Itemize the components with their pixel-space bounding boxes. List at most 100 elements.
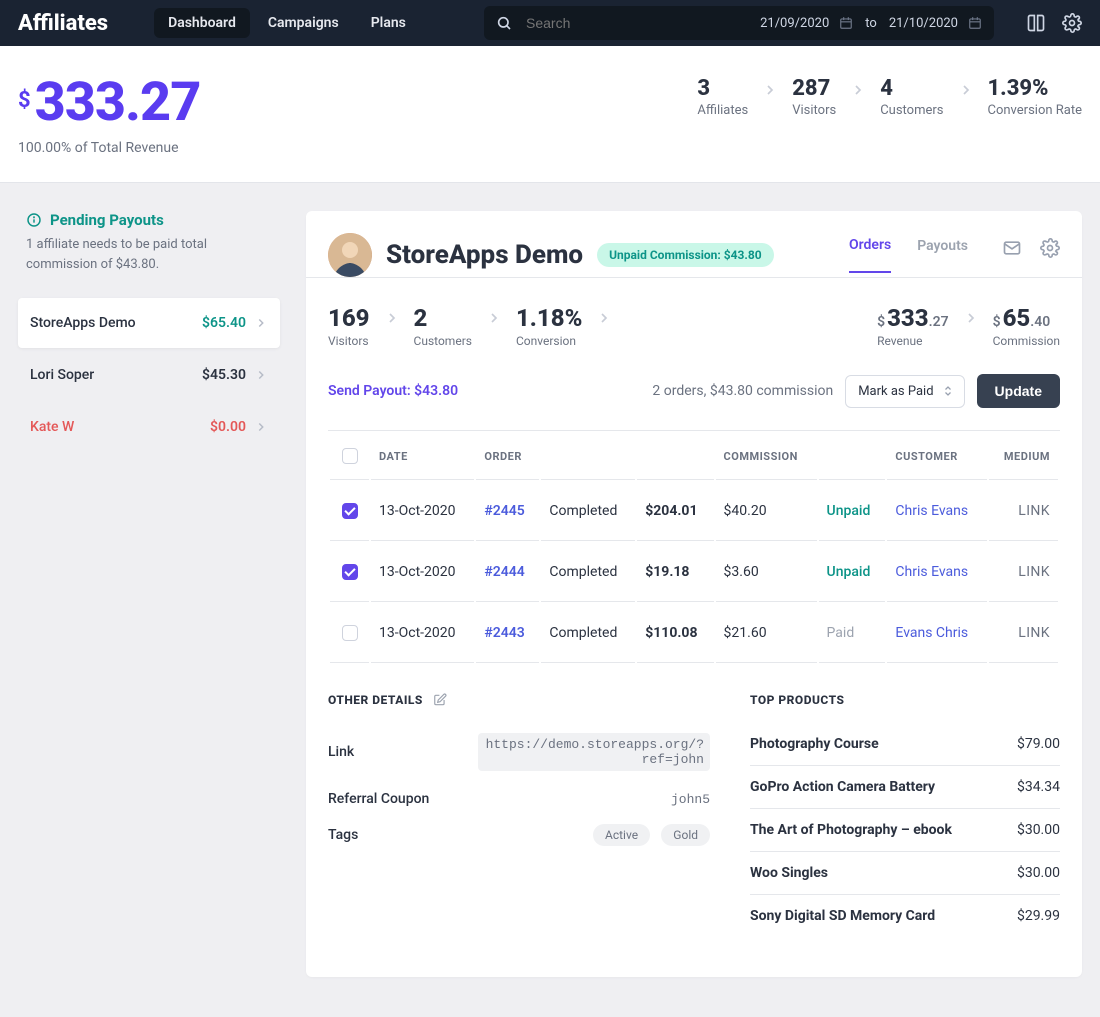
affiliate-name: Lori Soper (30, 367, 202, 383)
order-link[interactable]: #2444 (484, 564, 524, 580)
tag-pill: Gold (661, 824, 710, 846)
order-medium: LINK (989, 543, 1058, 602)
stat-customers-label: Customers (880, 103, 943, 118)
table-row: 13-Oct-2020#2443Completed$110.08$21.60Pa… (330, 604, 1058, 663)
top-products-title: TOP PRODUCTS (750, 693, 1060, 707)
date-to-label: to (865, 16, 877, 31)
calendar-icon (968, 16, 982, 30)
unpaid-commission-badge: Unpaid Commission: $43.80 (597, 243, 774, 267)
product-price: $34.34 (1017, 779, 1060, 795)
chevron-right-icon (850, 82, 866, 98)
affiliate-list: StoreApps Demo $65.40 Lori Soper $45.30 … (18, 298, 280, 452)
update-button[interactable]: Update (977, 374, 1060, 408)
revenue-subtext: 100.00% of Total Revenue (18, 140, 697, 156)
edit-icon[interactable] (433, 693, 447, 707)
affiliate-name: StoreApps Demo (30, 315, 202, 331)
aff-revenue-value: $333.27 (877, 304, 949, 332)
mark-as-select[interactable]: Mark as Paid (845, 375, 964, 408)
affiliate-item[interactable]: Lori Soper $45.30 (18, 350, 280, 400)
search-input[interactable] (524, 14, 748, 32)
col-commission: COMMISSION (716, 433, 817, 480)
row-checkbox[interactable] (342, 625, 358, 641)
chevron-right-icon (963, 310, 979, 348)
order-date: 13-Oct-2020 (371, 543, 474, 602)
affiliate-name: Kate W (30, 419, 210, 435)
affiliate-item[interactable]: StoreApps Demo $65.40 (18, 298, 280, 348)
col-order: ORDER (476, 433, 539, 480)
tab-orders[interactable]: Orders (849, 237, 891, 273)
aff-customers-label: Customers (414, 334, 472, 348)
table-row: 13-Oct-2020#2444Completed$19.18$3.60Unpa… (330, 543, 1058, 602)
mail-icon[interactable] (1002, 238, 1022, 258)
customer-link[interactable]: Chris Evans (895, 503, 968, 519)
revenue-value: 333.27 (35, 76, 201, 130)
customer-link[interactable]: Evans Chris (895, 625, 968, 641)
send-payout-link[interactable]: Send Payout: $43.80 (328, 383, 458, 399)
product-row: GoPro Action Camera Battery $34.34 (750, 766, 1060, 809)
product-name: Photography Course (750, 736, 879, 752)
order-commission: $40.20 (716, 482, 817, 541)
affiliate-amount: $45.30 (202, 367, 246, 383)
product-price: $30.00 (1017, 822, 1060, 838)
chevron-right-icon (254, 316, 268, 330)
order-status: Completed (541, 482, 635, 541)
affiliate-amount: $65.40 (202, 315, 246, 331)
product-row: Woo Singles$30.00 (750, 852, 1060, 895)
selection-info: 2 orders, $43.80 commission (652, 383, 833, 399)
product-price: $30.00 (1017, 865, 1060, 881)
search-icon[interactable] (496, 15, 512, 31)
tab-payouts[interactable]: Payouts (917, 238, 968, 272)
total-revenue: $ 333.27 (18, 76, 697, 130)
pending-payouts-title: Pending Payouts (26, 211, 272, 229)
order-link[interactable]: #2445 (484, 503, 524, 519)
aff-commission-value: $65.40 (993, 304, 1060, 332)
payment-status: Paid (827, 625, 855, 641)
detail-link-label: Link (328, 744, 478, 760)
nav-tab-plans[interactable]: Plans (357, 8, 420, 38)
col-customer: CUSTOMER (887, 433, 986, 480)
chevron-right-icon (958, 82, 974, 98)
order-link[interactable]: #2443 (484, 625, 524, 641)
chevron-right-icon (596, 310, 612, 326)
chevron-right-icon (254, 368, 268, 382)
detail-link-value[interactable]: https://demo.storeapps.org/?ref=john (478, 733, 710, 771)
affiliate-title: StoreApps Demo (386, 240, 583, 270)
product-row: The Art of Photography – ebook$30.00 (750, 809, 1060, 852)
order-medium: LINK (989, 604, 1058, 663)
info-icon (26, 212, 42, 228)
order-commission: $3.60 (716, 543, 817, 602)
gear-icon[interactable] (1040, 238, 1060, 258)
stat-affiliates-value: 3 (697, 76, 748, 101)
stat-conversion-label: Conversion Rate (988, 103, 1083, 118)
affiliate-item[interactable]: Kate W $0.00 (18, 402, 280, 452)
settings-icon[interactable] (1062, 13, 1082, 33)
sidebar: Pending Payouts 1 affiliate needs to be … (18, 211, 280, 452)
date-to[interactable]: 21/10/2020 (889, 16, 982, 31)
customer-link[interactable]: Chris Evans (895, 564, 968, 580)
docs-icon[interactable] (1026, 13, 1046, 33)
nav-tab-dashboard[interactable]: Dashboard (154, 8, 250, 38)
nav-tab-campaigns[interactable]: Campaigns (254, 8, 353, 38)
col-medium: MEDIUM (989, 433, 1058, 480)
order-total: $19.18 (637, 543, 713, 602)
product-name: GoPro Action Camera Battery (750, 779, 935, 795)
order-date: 13-Oct-2020 (371, 482, 474, 541)
row-checkbox[interactable] (342, 503, 358, 519)
orders-table: DATE ORDER COMMISSION CUSTOMER MEDIUM 13… (328, 430, 1060, 665)
topbar: Affiliates Dashboard Campaigns Plans 21/… (0, 0, 1100, 46)
affiliate-amount: $0.00 (210, 419, 246, 435)
affiliate-card: StoreApps Demo Unpaid Commission: $43.80… (306, 211, 1082, 977)
other-details-title: OTHER DETAILS (328, 693, 710, 707)
date-from[interactable]: 21/09/2020 (760, 16, 853, 31)
aff-conversion-value: 1.18% (516, 304, 582, 332)
detail-coupon-label: Referral Coupon (328, 791, 478, 807)
select-all-checkbox[interactable] (342, 448, 358, 464)
aff-commission-label: Commission (993, 334, 1060, 348)
order-status: Completed (541, 604, 635, 663)
payment-status: Unpaid (827, 564, 871, 580)
detail-tags-label: Tags (328, 827, 478, 843)
search-bar: 21/09/2020 to 21/10/2020 (484, 6, 994, 40)
col-date: DATE (371, 433, 474, 480)
row-checkbox[interactable] (342, 564, 358, 580)
currency-symbol: $ (18, 88, 31, 113)
